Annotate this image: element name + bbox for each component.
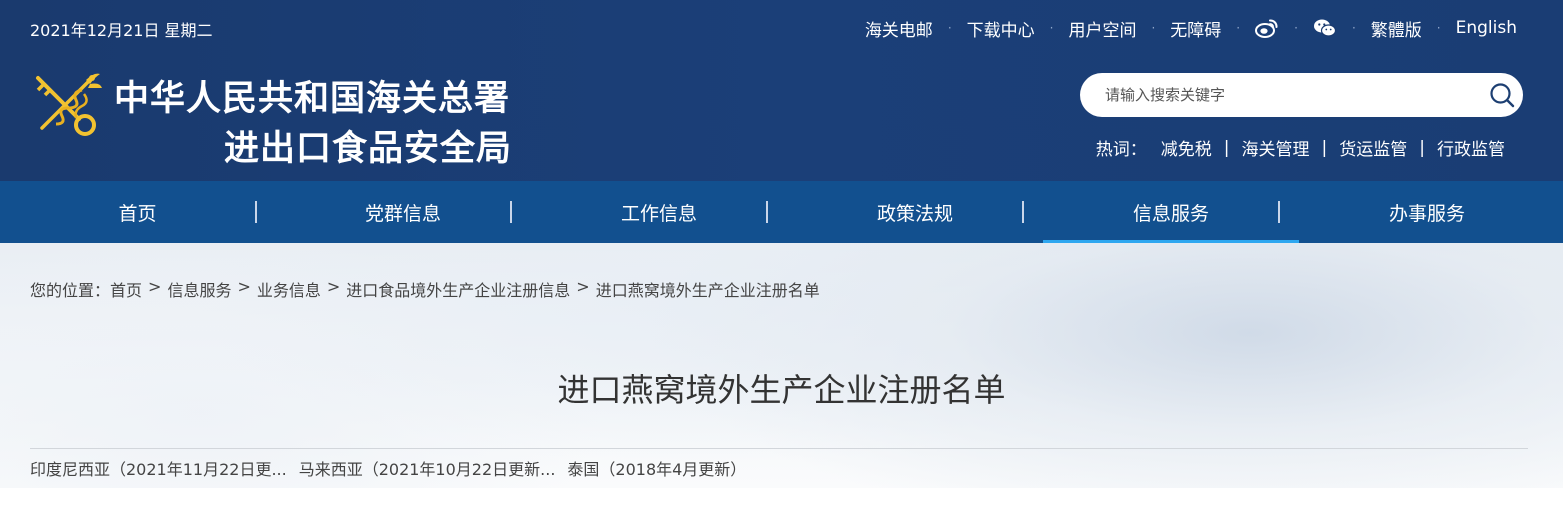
separator-dot: · (1294, 21, 1298, 35)
nav-item-business-services[interactable]: 办事服务 (1299, 181, 1555, 243)
breadcrumb-food-enterprise-registration[interactable]: 进口食品境外生产企业注册信息 (346, 277, 570, 301)
nav-item-info-services[interactable]: 信息服务 (1043, 181, 1299, 243)
hot-words-label: 热词： (1095, 140, 1147, 160)
search-box (1080, 73, 1523, 117)
list-item-malaysia[interactable]: 马来西亚（2021年10月22日更新... (299, 456, 556, 480)
nav-divider (1022, 201, 1024, 223)
separator-dot: · (1236, 21, 1241, 35)
weibo-icon[interactable] (1255, 17, 1279, 39)
breadcrumb-business-info[interactable]: 业务信息 (257, 277, 321, 301)
hotword-administrative-supervision[interactable]: 行政监管 (1437, 135, 1505, 160)
main-nav: 首页 党群信息 工作信息 政策法规 信息服务 办事服务 (0, 181, 1563, 243)
nav-item-party-info[interactable]: 党群信息 (275, 181, 531, 243)
customs-emblem-logo[interactable] (28, 68, 104, 144)
nav-divider (766, 201, 768, 223)
breadcrumb-current-page[interactable]: 进口燕窝境外生产企业注册名单 (596, 277, 820, 301)
hotword-customs-management[interactable]: 海关管理 (1242, 135, 1310, 160)
current-date: 2021年12月21日 星期二 (30, 21, 213, 40)
wechat-icon[interactable] (1313, 17, 1337, 39)
site-title-line1: 中华人民共和国海关总署 (114, 78, 511, 119)
breadcrumb: 您的位置： 首页 > 信息服务 > 业务信息 > 进口食品境外生产企业注册信息 … (30, 277, 820, 301)
email-link[interactable]: 海关电邮 (865, 16, 933, 41)
nav-divider (255, 201, 257, 223)
list-item-indonesia[interactable]: 印度尼西亚（2021年11月22日更... (30, 456, 287, 480)
separator-dot: · (947, 21, 952, 35)
nav-item-work-info[interactable]: 工作信息 (531, 181, 787, 243)
top-links: 海关电邮 · 下载中心 · 用户空间 · 无障碍 · · · 繁體版 · Eng… (865, 16, 1517, 41)
download-center-link[interactable]: 下载中心 (967, 16, 1035, 41)
breadcrumb-separator: > (326, 277, 341, 296)
list-item-thailand[interactable]: 泰国（2018年4月更新） (567, 456, 746, 480)
hot-words: 热词： 减免税 | 海关管理 | 货运监管 | 行政监管 (1095, 135, 1505, 161)
site-title-line2: 进出口食品安全局 (224, 128, 513, 169)
search-icon[interactable] (1489, 82, 1515, 108)
separator-dot: · (1049, 21, 1054, 35)
hotword-divider: | (1223, 137, 1230, 158)
hotword-divider: | (1321, 137, 1328, 158)
nav-divider (1278, 201, 1280, 223)
country-list: 印度尼西亚（2021年11月22日更... 马来西亚（2021年10月22日更新… (30, 456, 746, 480)
content-area: 您的位置： 首页 > 信息服务 > 业务信息 > 进口食品境外生产企业注册信息 … (0, 243, 1563, 488)
nav-divider (510, 201, 512, 223)
separator-dot: · (1151, 21, 1156, 35)
site-header: 2021年12月21日 星期二 海关电邮 · 下载中心 · 用户空间 · 无障碍… (0, 0, 1563, 181)
nav-item-policies-regulations[interactable]: 政策法规 (787, 181, 1043, 243)
traditional-chinese-link[interactable]: 繁體版 (1371, 16, 1422, 41)
user-space-link[interactable]: 用户空间 (1068, 16, 1136, 41)
english-link[interactable]: English (1456, 18, 1517, 38)
breadcrumb-home[interactable]: 首页 (110, 277, 142, 301)
breadcrumb-lead: 您的位置： (30, 281, 111, 300)
nav-item-home[interactable]: 首页 (0, 181, 275, 243)
separator-dot: · (1436, 21, 1441, 35)
page-title: 进口燕窝境外生产企业注册名单 (557, 371, 1006, 409)
breadcrumb-separator: > (576, 277, 590, 296)
breadcrumb-separator: > (148, 277, 162, 296)
title-divider (30, 448, 1528, 449)
separator-dot: · (1351, 21, 1356, 35)
breadcrumb-info-services[interactable]: 信息服务 (167, 277, 231, 301)
hotword-divider: | (1419, 137, 1425, 158)
hotword-cargo-supervision[interactable]: 货运监管 (1339, 135, 1407, 160)
breadcrumb-separator: > (237, 277, 251, 296)
search-input[interactable] (1105, 86, 1475, 104)
hotword-tax-reduction[interactable]: 减免税 (1161, 135, 1212, 160)
accessibility-link[interactable]: 无障碍 (1170, 16, 1221, 41)
